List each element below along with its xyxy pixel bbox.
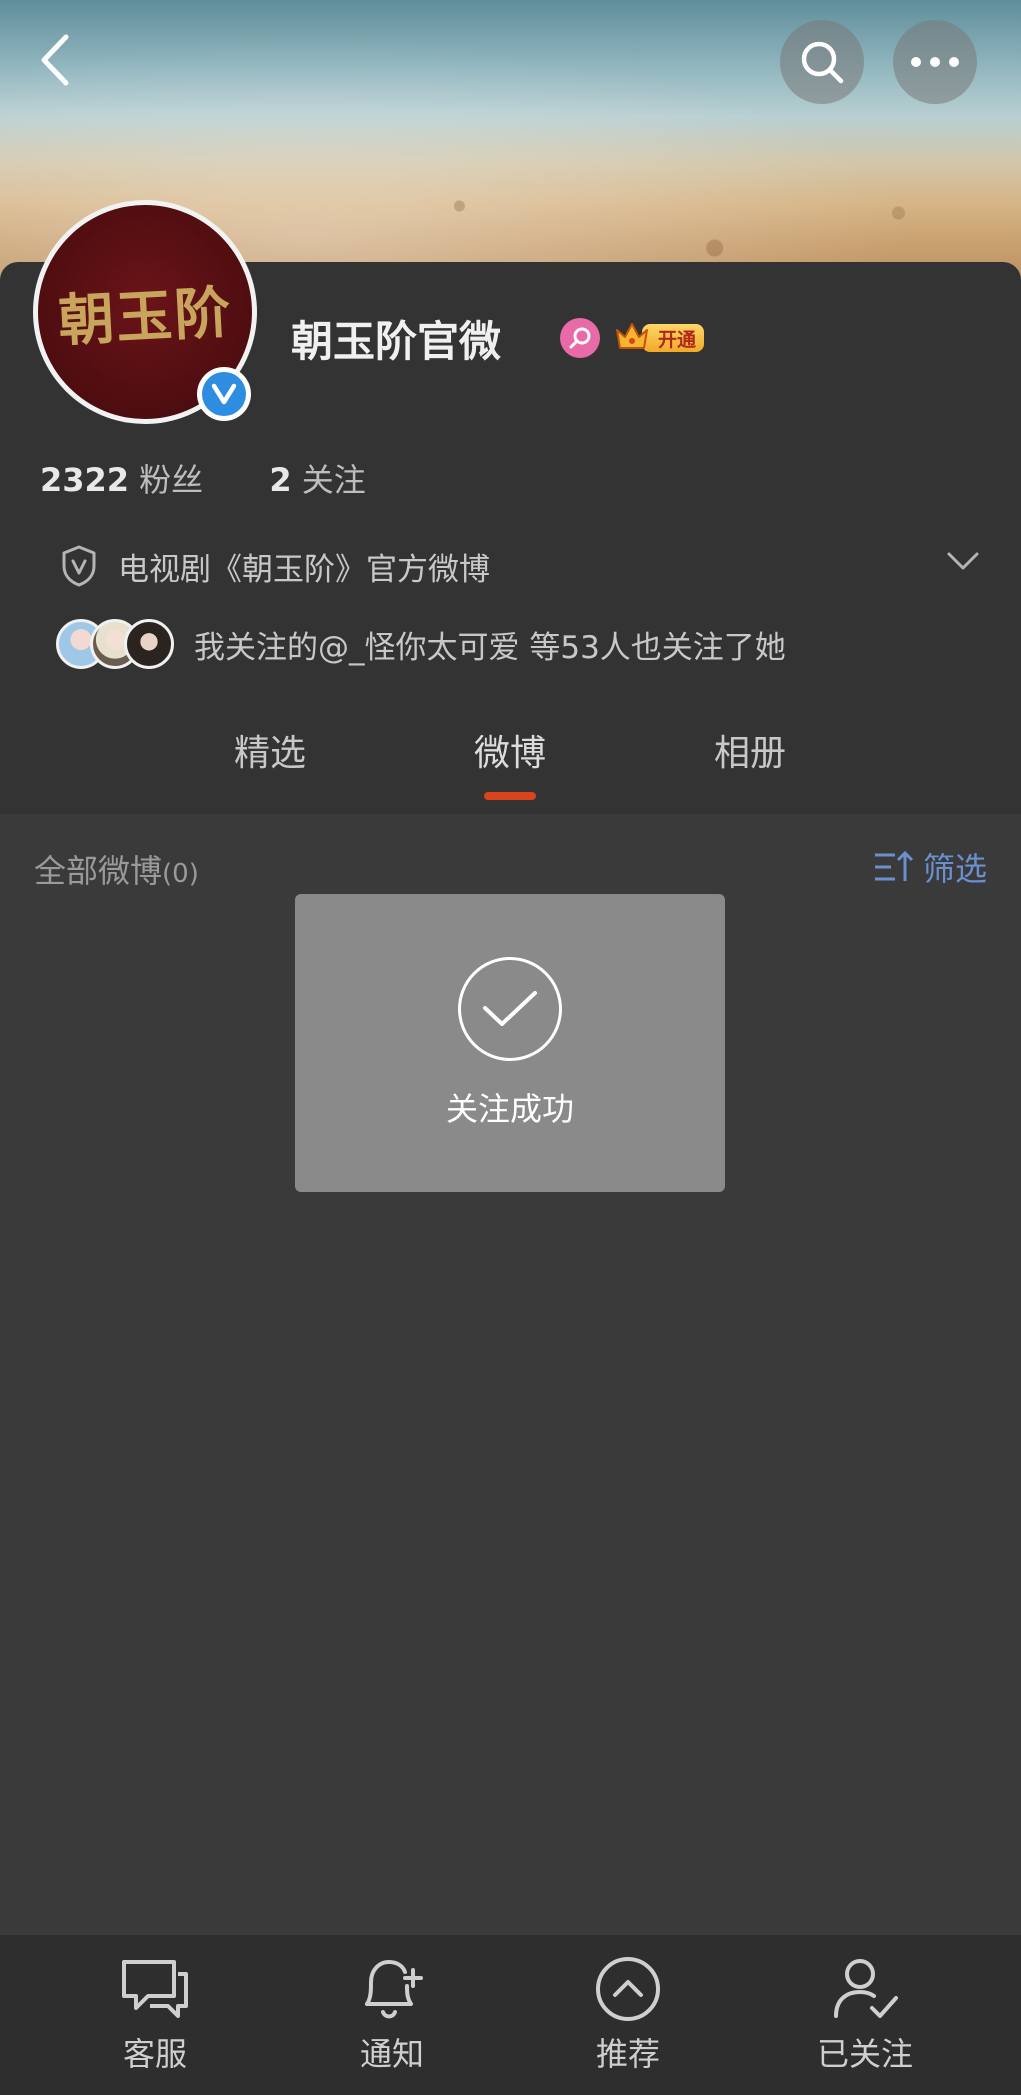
female-icon [569,327,591,349]
more-button[interactable] [893,20,977,104]
notify-label: 通知 [359,2035,424,2073]
mutual-followers-text: 我关注的@_怪你太可爱 等53人也关注了她 [194,629,786,666]
checkmark-icon [483,991,537,1026]
followers-label: 粉丝 [139,461,204,499]
chat-bubbles-icon [122,1960,188,2018]
chevron-up-circle-icon [596,1957,660,2021]
vip-open-badge[interactable]: 开通 [614,318,704,356]
active-tab-indicator [484,792,536,800]
tab-featured[interactable]: 精选 [234,724,306,776]
filter-button[interactable]: 筛选 [873,844,987,890]
avatar-logo-text: 朝玉阶 [56,278,234,355]
profile-stats: 2322 粉丝 2 关注 [40,455,366,501]
followers-stat[interactable]: 2322 粉丝 [40,461,213,499]
mutual-avatar [124,619,174,669]
user-check-icon [834,1959,898,2018]
profile-tabs: 精选 微博 相册 [0,712,1021,812]
following-count: 2 [269,461,292,499]
crown-icon [616,323,648,349]
notify-button[interactable]: 通知 [292,1953,492,2075]
toast-message: 关注成功 [445,1090,574,1128]
recommend-label: 推荐 [595,2035,660,2073]
vip-open-label: 开通 [642,324,704,352]
tab-album[interactable]: 相册 [714,724,786,776]
filter-label: 筛选 [922,850,987,888]
customer-service-button[interactable]: 客服 [55,1953,255,2075]
bell-plus-icon [365,1959,423,2019]
profile-description-row[interactable]: 电视剧《朝玉阶》官方微博 [60,538,980,594]
search-button[interactable] [780,20,864,104]
tab-weibo[interactable]: 微博 [474,724,546,776]
mutual-followers-row[interactable]: 我关注的@_怪你太可爱 等53人也关注了她 [56,616,786,672]
chevron-down-icon [947,552,979,570]
followed-button[interactable]: 已关注 [765,1953,965,2075]
chevron-left-icon [41,34,69,86]
all-posts-header[interactable]: 全部微博(0) [34,846,199,892]
back-button[interactable] [30,30,80,90]
verified-v-icon [211,383,237,405]
follow-success-toast: 关注成功 [295,894,725,1192]
filter-icon [874,850,914,881]
profile-name: 朝玉阶官微 [291,317,502,366]
verified-badge [197,367,251,421]
following-stat[interactable]: 2 关注 [269,461,365,499]
gender-badge [560,318,600,358]
profile-description: 电视剧《朝玉阶》官方微博 [118,551,490,588]
posts-count: (0) [162,859,199,889]
followed-label: 已关注 [816,2035,913,2073]
more-horizontal-icon [911,57,959,67]
bottom-action-bar: 客服 通知 推荐 已关注 [0,1934,1021,2095]
recommend-button[interactable]: 推荐 [528,1953,728,2075]
search-icon [801,41,844,84]
customer-service-label: 客服 [122,2035,187,2073]
all-posts-label: 全部微博 [34,852,163,890]
following-label: 关注 [301,461,366,499]
shield-v-icon [62,545,96,587]
followers-count: 2322 [40,461,130,499]
